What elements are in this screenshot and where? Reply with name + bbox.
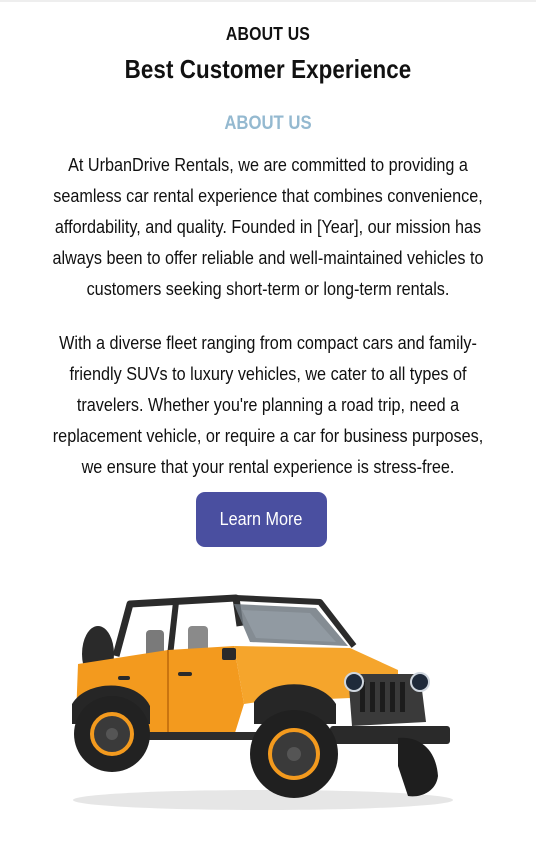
page-title: Best Customer Experience (124, 54, 412, 84)
orange-suv-illustration (72, 594, 453, 810)
learn-more-label: Learn More (220, 509, 303, 529)
about-paragraph-2: With a diverse fleet ranging from compac… (52, 333, 484, 477)
eyebrow-label: ABOUT US (225, 24, 311, 44)
section-label: ABOUT US (224, 113, 312, 134)
about-paragraph-1: At UrbanDrive Rentals, we are committed … (52, 155, 484, 299)
learn-more-button[interactable]: Learn More (196, 492, 327, 547)
car-image (58, 586, 468, 816)
top-border (0, 0, 536, 2)
